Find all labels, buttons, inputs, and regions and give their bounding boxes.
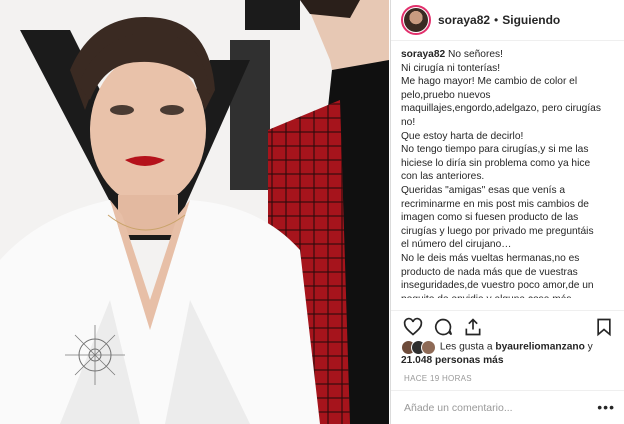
heart-icon[interactable] bbox=[403, 317, 423, 337]
avatar-image bbox=[404, 8, 428, 32]
caption-line: Queridas "amigas" esas que venís a recri… bbox=[401, 184, 594, 251]
likes-summary: Les gusta a byaureliomanzano y 21.048 pe… bbox=[401, 340, 615, 370]
more-options-icon[interactable]: ••• bbox=[597, 399, 615, 415]
caption-line: Ni cirugía ni tonterías! bbox=[401, 62, 501, 74]
comment-box[interactable]: Añade un comentario... ••• bbox=[391, 390, 624, 424]
caption-line: No le deis más vueltas hermanas,no es pr… bbox=[401, 252, 594, 298]
liker-avatar bbox=[421, 340, 436, 355]
post-caption: soraya82 No señores! Ni cirugía ni tonte… bbox=[401, 48, 601, 298]
header-separator: • bbox=[494, 13, 499, 27]
post-timestamp[interactable]: HACE 19 HORAS bbox=[404, 374, 472, 383]
likes-and: y bbox=[584, 341, 593, 353]
post-photo-illustration bbox=[0, 0, 389, 424]
comment-input[interactable]: Añade un comentario... bbox=[404, 402, 513, 414]
share-icon[interactable] bbox=[463, 317, 483, 337]
caption-text: No señores! bbox=[448, 49, 503, 60]
caption-line: Que estoy harta de decirlo! bbox=[401, 130, 524, 142]
post-header: soraya82 • Siguiendo bbox=[391, 0, 624, 41]
following-button[interactable]: Siguiendo bbox=[502, 13, 560, 27]
username-link[interactable]: soraya82 bbox=[438, 13, 490, 27]
liker-avatars bbox=[401, 340, 437, 355]
likes-count[interactable]: 21.048 personas más bbox=[401, 355, 504, 366]
liker-username[interactable]: byaureliomanzano bbox=[495, 342, 584, 353]
caption-username[interactable]: soraya82 bbox=[401, 49, 445, 60]
post-photo[interactable] bbox=[0, 0, 389, 424]
post-side-panel: soraya82 • Siguiendo soraya82 No señores… bbox=[390, 0, 624, 424]
bookmark-icon[interactable] bbox=[594, 317, 614, 337]
caption-line: No tengo tiempo para cirugías,y si me la… bbox=[401, 144, 591, 183]
action-bar bbox=[391, 310, 624, 341]
avatar[interactable] bbox=[401, 5, 431, 35]
comment-icon[interactable] bbox=[433, 317, 453, 337]
likes-prefix: Les gusta a bbox=[439, 341, 496, 353]
caption-line: soraya82 No señores! bbox=[401, 48, 601, 62]
caption-line: Me hago mayor! Me cambio de color el pel… bbox=[401, 76, 601, 128]
